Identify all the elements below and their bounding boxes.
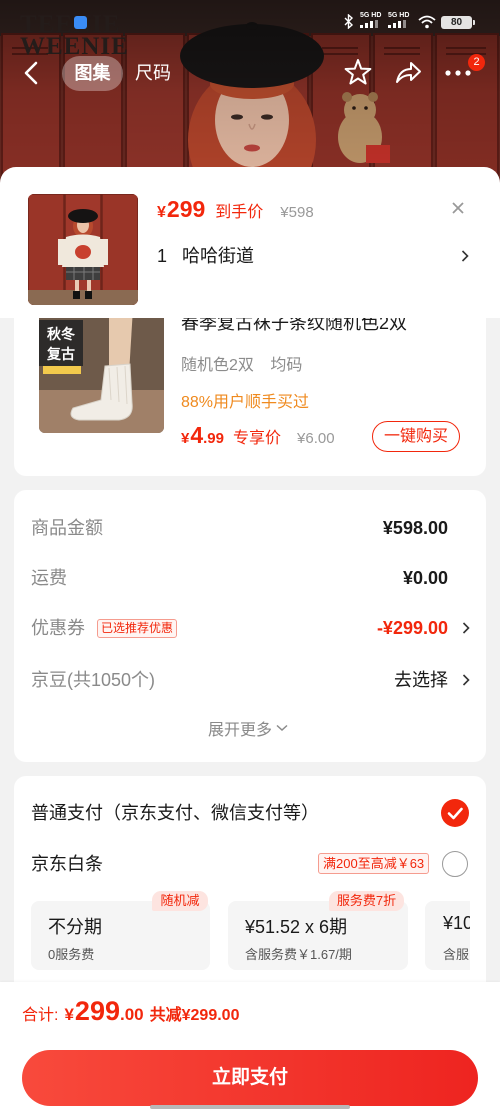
addon-spec-size: 均码	[270, 357, 303, 374]
address-index: 1	[157, 246, 168, 266]
addon-image-label-2: 复古	[46, 346, 75, 362]
order-summary-card: 商品金额 ¥598.00 运费 ¥0.00 优惠券 已选推荐优惠 -¥299.0…	[14, 490, 486, 762]
payment-baitiao-radio[interactable]	[442, 851, 468, 877]
order-total: 合计: ¥ 299 .00 共减¥299.00	[22, 996, 239, 1032]
addon-image-label-1: 秋冬	[47, 326, 75, 342]
addon-social-proof: 88%用户顺手买过	[181, 394, 310, 411]
addon-spec-color: 随机色2双	[181, 357, 254, 374]
one-click-buy-button[interactable]: 一键购买	[372, 421, 460, 452]
payment-baitiao-label[interactable]: 京东白条	[31, 849, 103, 879]
total-currency: ¥	[64, 1005, 74, 1024]
plan-tag: 随机减	[152, 891, 208, 911]
addon-price-int: 4	[190, 422, 204, 448]
checkout-scroll-area[interactable]: 秋冬 复古 春季复古袜子条纹随机色2双 随机色2双 均码 88%用户顺手买过 ¥…	[0, 318, 500, 982]
addon-product-card: 秋冬 复古 春季复古袜子条纹随机色2双 随机色2双 均码 88%用户顺手买过 ¥…	[14, 318, 486, 476]
plan-title: ¥10	[443, 913, 470, 933]
close-icon[interactable]	[451, 201, 465, 215]
total-label: 合计:	[22, 1007, 59, 1024]
addon-price-dec: .99	[203, 430, 224, 447]
payment-standard-label[interactable]: 普通支付（京东支付、微信支付等）	[31, 798, 319, 828]
signal-bars-icon	[360, 20, 378, 28]
plan-title: ¥51.52 x 6期	[245, 917, 348, 937]
bluetooth-icon	[344, 14, 354, 29]
more-icon[interactable]	[443, 68, 473, 78]
chevron-down-icon	[276, 724, 288, 732]
addon-title[interactable]: 春季复古袜子条纹随机色2双	[181, 318, 407, 335]
total-saved: 共减¥299.00	[149, 1007, 240, 1024]
pay-now-button[interactable]: 立即支付	[22, 1050, 478, 1106]
notification-icon	[74, 16, 87, 29]
chevron-right-icon	[462, 674, 470, 686]
sku-price-row: ¥ 299 到手价 ¥598	[157, 196, 314, 226]
plan-title: 不分期	[48, 917, 102, 937]
payment-standard-selected[interactable]	[441, 799, 469, 827]
tab-gallery[interactable]: 图集	[62, 56, 123, 91]
summary-shipping-value: ¥0.00	[402, 568, 448, 588]
tab-size[interactable]: 尺码	[135, 56, 171, 91]
summary-row-goods: 商品金额 ¥598.00	[31, 513, 469, 543]
signal-bars-icon	[388, 20, 406, 28]
network-label-1: 5G HD	[360, 12, 382, 19]
baitiao-promo-badge: 满200至高减￥63	[318, 853, 430, 874]
price-tag: 到手价	[215, 204, 264, 221]
summary-coupon-label: 优惠券	[31, 618, 85, 638]
more-badge: 2	[468, 54, 485, 71]
home-indicator[interactable]	[150, 1105, 350, 1109]
signal-1: 5G HD	[360, 12, 381, 31]
signal-2: 5G HD	[388, 12, 409, 31]
plan-subtitle: 含服	[443, 947, 470, 962]
summary-beans-label: 京豆(共1050个)	[31, 670, 156, 690]
battery-icon: 80	[441, 16, 472, 29]
share-icon[interactable]	[393, 59, 423, 87]
check-icon	[447, 807, 463, 820]
installment-plan-list[interactable]: 不分期 0服务费 ¥51.52 x 6期 含服务费￥1.67/期 ¥10 含服 …	[31, 891, 470, 981]
price-currency: ¥	[157, 204, 166, 221]
sku-thumbnail-image	[28, 194, 138, 305]
installment-plan-option[interactable]: 不分期 0服务费	[31, 901, 210, 970]
summary-goods-value: ¥598.00	[382, 518, 448, 538]
total-amount: 299	[74, 996, 120, 1026]
addon-price-tag: 专享价	[233, 430, 282, 447]
summary-shipping-label: 运费	[31, 568, 67, 588]
brand-logo-line2: WEENIE	[20, 33, 129, 60]
battery-nub	[473, 20, 475, 25]
original-price: ¥598	[280, 204, 314, 221]
sku-thumbnail[interactable]	[28, 194, 138, 305]
expand-more-label: 展开更多	[208, 722, 273, 739]
plan-subtitle: 0服务费	[48, 947, 95, 962]
plan-tag: 服务费7折	[329, 891, 404, 911]
addon-image: 秋冬 复古	[39, 318, 164, 433]
coupon-badge: 已选推荐优惠	[97, 619, 178, 638]
summary-row-coupon[interactable]: 优惠券 已选推荐优惠 -¥299.00	[31, 613, 470, 643]
plan-subtitle: 含服务费￥1.67/期	[245, 947, 352, 962]
star-icon[interactable]	[343, 59, 373, 87]
installment-plan-option[interactable]: ¥51.52 x 6期 含服务费￥1.67/期	[228, 901, 408, 970]
summary-coupon-value: -¥299.00	[376, 618, 448, 638]
chevron-right-icon	[462, 622, 470, 634]
addon-product-image[interactable]: 秋冬 复古	[39, 318, 164, 433]
summary-goods-label: 商品金额	[31, 518, 103, 538]
payment-method-card: 普通支付（京东支付、微信支付等） 京东白条 满200至高减￥63 不分期 0服务…	[14, 776, 486, 982]
summary-row-shipping: 运费 ¥0.00	[31, 563, 469, 593]
summary-beans-value: 去选择	[394, 670, 448, 690]
back-arrow-icon[interactable]	[23, 61, 39, 85]
sku-price: 299	[166, 196, 206, 222]
addon-price-row: ¥ 4 .99 专享价 ¥6.00	[181, 422, 335, 452]
addon-spec: 随机色2双 均码	[181, 351, 302, 375]
installment-plan-option[interactable]: ¥10 含服	[425, 901, 470, 970]
expand-more-button[interactable]: 展开更多	[208, 716, 288, 740]
wifi-icon	[418, 15, 436, 29]
network-label-2: 5G HD	[388, 12, 410, 19]
addon-price-currency: ¥	[181, 430, 190, 447]
addon-original-price: ¥6.00	[297, 430, 335, 447]
chevron-right-icon[interactable]	[461, 250, 469, 262]
address-row[interactable]: 1 哈哈街道	[157, 244, 254, 268]
total-decimal: .00	[119, 1005, 144, 1024]
address-text: 哈哈街道	[182, 246, 255, 266]
summary-row-jd-beans[interactable]: 京豆(共1050个) 去选择	[31, 665, 470, 695]
